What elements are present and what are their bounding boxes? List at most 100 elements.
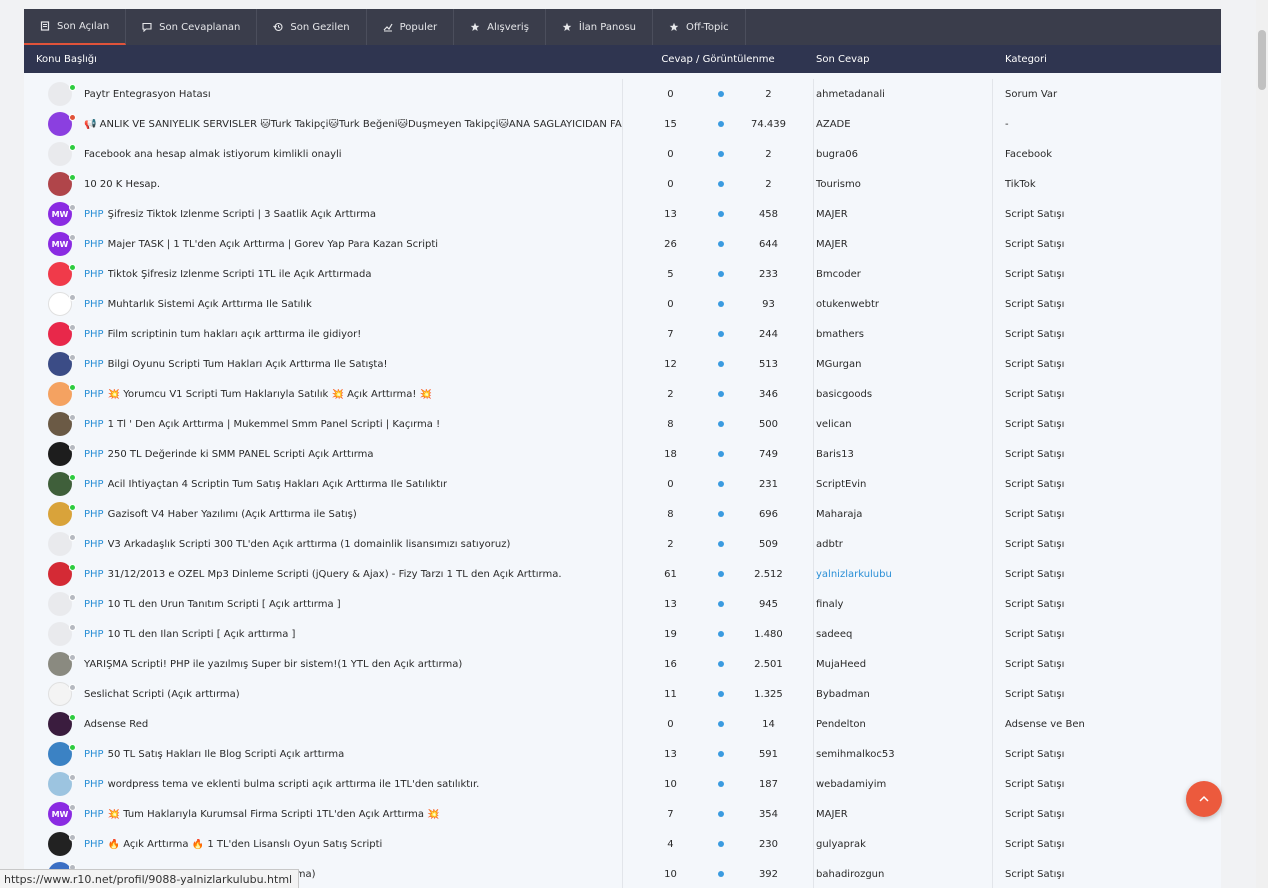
thread-category[interactable]: Script Satışı <box>993 679 1221 709</box>
avatar-wrapper[interactable] <box>48 322 76 346</box>
thread-title-link[interactable]: 10 TL den Urun Tanıtım Scripti [ Açık ar… <box>108 599 341 610</box>
thread-title-link[interactable]: Muhtarlık Sistemi Açık Arttırma İle Satı… <box>108 299 312 310</box>
last-reply-user[interactable]: MAJER <box>814 229 993 259</box>
scroll-to-top-button[interactable] <box>1186 781 1222 817</box>
tab-son-cevaplanan[interactable]: Son Cevaplanan <box>126 9 258 45</box>
thread-category[interactable]: Script Satışı <box>993 559 1221 589</box>
avatar-wrapper[interactable] <box>48 382 76 406</box>
thread-category[interactable]: Script Satışı <box>993 739 1221 769</box>
thread-prefix[interactable]: PHP <box>84 389 104 400</box>
thread-prefix[interactable]: PHP <box>84 419 104 430</box>
thread-title-link[interactable]: Majer TASK | 1 TL'den Açık Arttırma | Go… <box>108 239 439 250</box>
avatar-wrapper[interactable] <box>48 622 76 646</box>
thread-prefix[interactable]: PHP <box>84 509 104 520</box>
avatar-wrapper[interactable]: MW <box>48 802 76 826</box>
thread-category[interactable]: Script Satışı <box>993 289 1221 319</box>
thread-category[interactable]: TikTok <box>993 169 1221 199</box>
last-reply-user[interactable]: Tourismo <box>814 169 993 199</box>
thread-title-link[interactable]: 💥 Yorumcu V1 Scripti Tum Haklarıyla Satı… <box>108 389 432 400</box>
thread-title-link[interactable]: Şifresiz Tiktok İzlenme Scripti | 3 Saat… <box>108 209 376 220</box>
thread-prefix[interactable]: PHP <box>84 599 104 610</box>
last-reply-user[interactable]: semihmalkoc53 <box>814 739 993 769</box>
thread-title-link[interactable]: 50 TL Satış Hakları İle Blog Scripti Açı… <box>108 749 345 760</box>
thread-title-link[interactable]: Bilgi Oyunu Scripti Tum Hakları Açık Art… <box>108 359 388 370</box>
avatar-wrapper[interactable] <box>48 292 76 316</box>
avatar-wrapper[interactable] <box>48 352 76 376</box>
thread-prefix[interactable]: PHP <box>84 839 104 850</box>
avatar-wrapper[interactable] <box>48 682 76 706</box>
thread-prefix[interactable]: PHP <box>84 269 104 280</box>
avatar-wrapper[interactable] <box>48 652 76 676</box>
thread-title-link[interactable]: 250 TL Değerinde ki SMM PANEL Scripti Aç… <box>108 449 374 460</box>
thread-prefix[interactable]: PHP <box>84 449 104 460</box>
thread-prefix[interactable]: PHP <box>84 239 104 250</box>
thread-category[interactable]: Script Satışı <box>993 619 1221 649</box>
thread-title-link[interactable]: 💥 Tum Haklarıyla Kurumsal Firma Scripti … <box>108 809 440 820</box>
last-reply-user[interactable]: MujaHeed <box>814 649 993 679</box>
thread-title-link[interactable]: Film scriptinin tum hakları açık arttırm… <box>108 329 362 340</box>
avatar-wrapper[interactable] <box>48 172 76 196</box>
last-reply-user[interactable]: Pendelton <box>814 709 993 739</box>
thread-prefix[interactable]: PHP <box>84 329 104 340</box>
tab-al-veri-[interactable]: Alışveriş <box>454 9 546 45</box>
scrollbar-thumb[interactable] <box>1258 30 1266 90</box>
thread-title-link[interactable]: 31/12/2013 e OZEL Mp3 Dinleme Scripti (j… <box>108 569 562 580</box>
thread-category[interactable]: Script Satışı <box>993 589 1221 619</box>
last-reply-user[interactable]: Bybadman <box>814 679 993 709</box>
avatar-wrapper[interactable] <box>48 412 76 436</box>
thread-prefix[interactable]: PHP <box>84 359 104 370</box>
thread-title-link[interactable]: Gazisoft V4 Haber Yazılımı (Açık Arttırm… <box>108 509 357 520</box>
tab-son-a-lan[interactable]: Son Açılan <box>24 9 127 45</box>
thread-title-link[interactable]: Seslichat Scripti (Açık arttırma) <box>84 689 240 700</box>
avatar-wrapper[interactable] <box>48 742 76 766</box>
thread-title-link[interactable]: 10 TL den İlan Scripti [ Açık arttırma ] <box>108 629 296 640</box>
thread-category[interactable]: Script Satışı <box>993 379 1221 409</box>
last-reply-user[interactable]: finaly <box>814 589 993 619</box>
thread-prefix[interactable]: PHP <box>84 209 104 220</box>
last-reply-user[interactable]: otukenwebtr <box>814 289 993 319</box>
thread-category[interactable]: Script Satışı <box>993 199 1221 229</box>
last-reply-user[interactable]: MAJER <box>814 199 993 229</box>
last-reply-user[interactable]: bugra06 <box>814 139 993 169</box>
thread-title-link[interactable]: Adsense Red <box>84 719 148 730</box>
avatar-wrapper[interactable] <box>48 472 76 496</box>
tab-off-topic[interactable]: Off-Topic <box>653 9 746 45</box>
thread-prefix[interactable]: PHP <box>84 809 104 820</box>
last-reply-user[interactable]: Maharaja <box>814 499 993 529</box>
thread-category[interactable]: Script Satışı <box>993 469 1221 499</box>
last-reply-user[interactable]: MGurgan <box>814 349 993 379</box>
avatar-wrapper[interactable] <box>48 772 76 796</box>
thread-category[interactable]: Script Satışı <box>993 499 1221 529</box>
thread-title-link[interactable]: 10 20 K Hesap. <box>84 179 160 190</box>
last-reply-user[interactable]: Baris13 <box>814 439 993 469</box>
avatar-wrapper[interactable]: MW <box>48 202 76 226</box>
last-reply-user[interactable]: Bmcoder <box>814 259 993 289</box>
thread-title-link[interactable]: 📢 ANLIK VE SANİYELİK SERVİSLER 🐱Turk Tak… <box>84 119 622 130</box>
thread-title-link[interactable]: Paytr Entegrasyon Hatası <box>84 89 211 100</box>
last-reply-user[interactable]: basicgoods <box>814 379 993 409</box>
last-reply-user[interactable]: velican <box>814 409 993 439</box>
page-scrollbar[interactable] <box>1256 0 1268 888</box>
last-reply-user[interactable]: webadamiyim <box>814 769 993 799</box>
thread-title-link[interactable]: Tiktok Şifresiz İzlenme Scripti 1TL ile … <box>108 269 372 280</box>
thread-category[interactable]: Script Satışı <box>993 259 1221 289</box>
thread-title-link[interactable]: wordpress tema ve eklenti bulma scripti … <box>108 779 480 790</box>
thread-title-link[interactable]: Acil İhtiyaçtan 4 Scriptin Tum Satış Hak… <box>108 479 448 490</box>
thread-category[interactable]: Script Satışı <box>993 529 1221 559</box>
thread-category[interactable]: Adsense ve Ben <box>993 709 1221 739</box>
thread-category[interactable]: Facebook <box>993 139 1221 169</box>
thread-prefix[interactable]: PHP <box>84 629 104 640</box>
avatar-wrapper[interactable] <box>48 502 76 526</box>
avatar-wrapper[interactable] <box>48 112 76 136</box>
thread-prefix[interactable]: PHP <box>84 299 104 310</box>
thread-title-link[interactable]: 🔥 Açık Arttırma 🔥 1 TL'den Lisanslı Oyun… <box>108 839 383 850</box>
avatar-wrapper[interactable] <box>48 262 76 286</box>
tab-i-lan-panosu[interactable]: İlan Panosu <box>546 9 653 45</box>
last-reply-user[interactable]: AZADE <box>814 109 993 139</box>
thread-prefix[interactable]: PHP <box>84 479 104 490</box>
last-reply-user[interactable]: ScriptEvin <box>814 469 993 499</box>
thread-category[interactable]: Script Satışı <box>993 409 1221 439</box>
avatar-wrapper[interactable] <box>48 832 76 856</box>
avatar-wrapper[interactable] <box>48 532 76 556</box>
tab-populer[interactable]: Populer <box>367 9 455 45</box>
